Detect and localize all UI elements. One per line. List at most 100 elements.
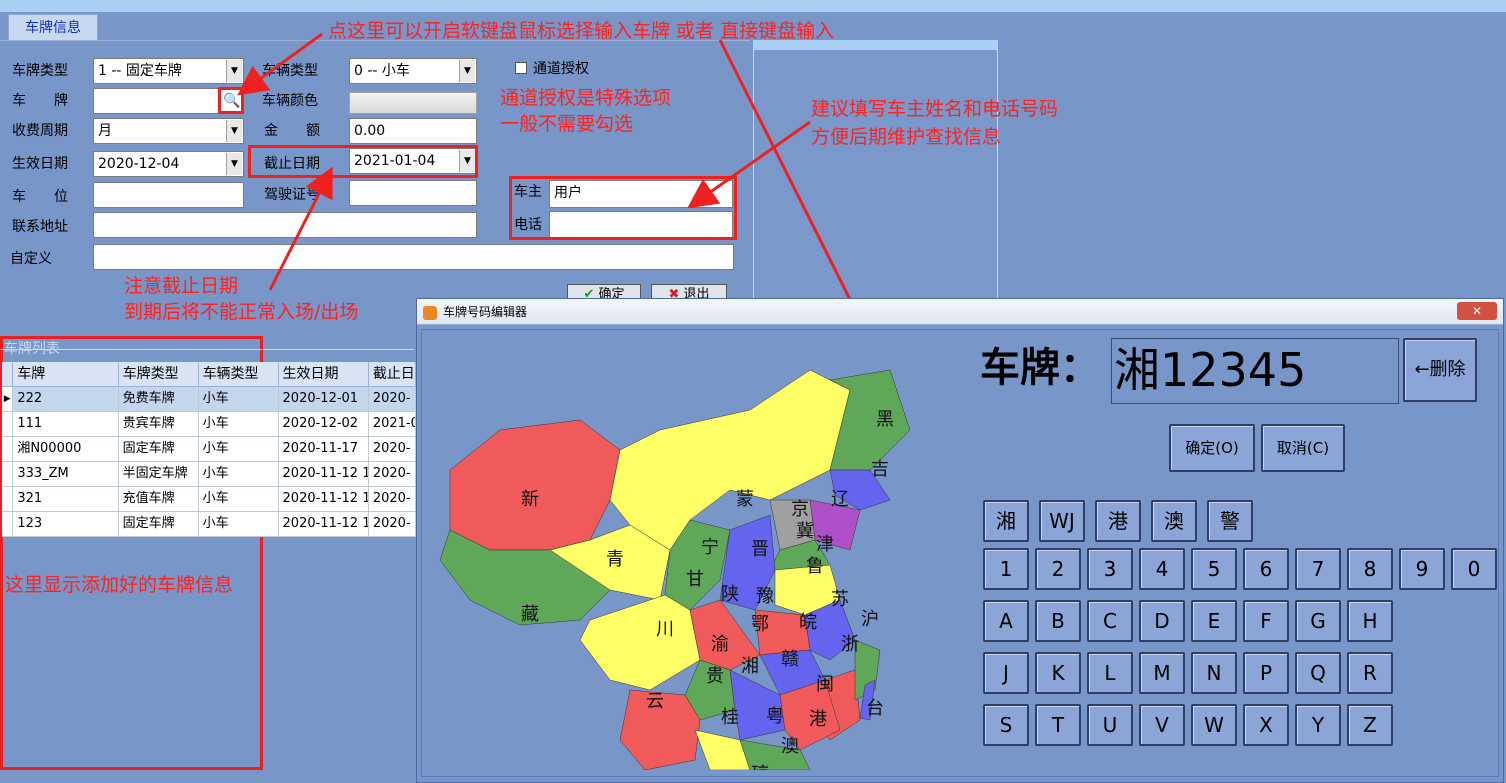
china-map[interactable]: 黑吉辽 新 蒙 京冀津 宁 晋鲁 青甘陕豫 苏藏 鄂 皖 沪 川渝 浙贵湘 赣闽云桂 粤 台港澳琼 [430, 350, 920, 770]
key-1[interactable]: 1 [983, 548, 1029, 590]
province-label[interactable]: 澳 [781, 736, 799, 757]
province-label[interactable]: 湘 [741, 656, 759, 677]
table-row[interactable]: 333_ZM 半固定车牌 小车 2020-11-12 1 2020- [2, 462, 416, 487]
key-v[interactable]: V [1139, 704, 1185, 746]
province-label[interactable]: 青 [606, 549, 624, 570]
key-h[interactable]: H [1347, 600, 1393, 642]
chevron-down-icon[interactable]: ▼ [226, 60, 242, 82]
column-header[interactable]: 车牌类型 [118, 362, 199, 387]
province-label[interactable]: 冀 [796, 521, 814, 542]
license-no-input[interactable] [349, 180, 477, 206]
dialog-titlebar[interactable]: 车牌号码编辑器 ✕ [417, 299, 1503, 325]
province-label[interactable]: 蒙 [736, 489, 754, 510]
province-label[interactable]: 苏 [831, 589, 849, 610]
key-f[interactable]: F [1243, 600, 1289, 642]
province-label[interactable]: 川 [656, 619, 674, 640]
province-label[interactable]: 鲁 [806, 556, 824, 577]
key-j[interactable]: J [983, 652, 1029, 694]
province-label[interactable]: 吉 [871, 459, 889, 480]
key-8[interactable]: 8 [1347, 548, 1393, 590]
chevron-down-icon[interactable]: ▼ [226, 120, 242, 142]
key-3[interactable]: 3 [1087, 548, 1133, 590]
province-label[interactable]: 台 [866, 698, 884, 719]
table-row[interactable]: 321 充值车牌 小车 2020-11-12 1 2020- [2, 487, 416, 512]
key-x[interactable]: X [1243, 704, 1289, 746]
province-label[interactable]: 宁 [701, 537, 719, 558]
table-row[interactable]: 湘N00000 固定车牌 小车 2020-11-17 2020- [2, 437, 416, 462]
plate-type-select[interactable]: 1 -- 固定车牌 ▼ [93, 58, 244, 84]
column-header[interactable]: 生效日期 [278, 362, 369, 387]
key-c[interactable]: C [1087, 600, 1133, 642]
province-label[interactable]: 桂 [721, 707, 739, 728]
province-label[interactable]: 云 [646, 691, 664, 712]
delete-button[interactable]: ←删除 [1403, 338, 1477, 402]
province-label[interactable]: 浙 [841, 634, 859, 655]
key-湘[interactable]: 湘 [983, 500, 1029, 542]
province-label[interactable]: 豫 [756, 586, 774, 607]
key-e[interactable]: E [1191, 600, 1237, 642]
key-2[interactable]: 2 [1035, 548, 1081, 590]
table-row[interactable]: ▶ 222 免费车牌 小车 2020-12-01 2020- [2, 387, 416, 412]
province-label[interactable]: 鄂 [751, 614, 769, 635]
vehicle-type-select[interactable]: 0 -- 小车 ▼ [349, 58, 477, 84]
close-icon[interactable]: ✕ [1457, 302, 1497, 320]
parking-space-input[interactable] [93, 182, 244, 208]
address-input[interactable] [93, 212, 477, 238]
province-label[interactable]: 辽 [831, 489, 849, 510]
province-label[interactable]: 甘 [686, 569, 704, 590]
column-header[interactable]: 车牌 [13, 362, 119, 387]
key-6[interactable]: 6 [1243, 548, 1289, 590]
province-label[interactable]: 港 [809, 709, 827, 730]
key-a[interactable]: A [983, 600, 1029, 642]
province-label[interactable]: 贵 [706, 666, 724, 687]
key-s[interactable]: S [983, 704, 1029, 746]
chevron-down-icon[interactable]: ▼ [226, 153, 242, 175]
province-label[interactable]: 藏 [521, 604, 539, 625]
key-5[interactable]: 5 [1191, 548, 1237, 590]
key-澳[interactable]: 澳 [1151, 500, 1197, 542]
province-label[interactable]: 闽 [816, 674, 834, 695]
province-label[interactable]: 晋 [751, 539, 769, 560]
key-t[interactable]: T [1035, 704, 1081, 746]
plate-display-input[interactable]: 湘12345 [1111, 338, 1399, 404]
channel-auth-checkbox[interactable] [515, 62, 527, 74]
custom-input[interactable] [93, 244, 734, 270]
key-4[interactable]: 4 [1139, 548, 1185, 590]
confirm-button[interactable]: 确定(O) [1169, 424, 1255, 472]
province-label[interactable]: 粤 [766, 706, 784, 727]
key-7[interactable]: 7 [1295, 548, 1341, 590]
province-label[interactable]: 陕 [721, 584, 739, 605]
key-k[interactable]: K [1035, 652, 1081, 694]
key-r[interactable]: R [1347, 652, 1393, 694]
table-row[interactable]: 111 贵宾车牌 小车 2020-12-02 2021-0 [2, 412, 416, 437]
key-z[interactable]: Z [1347, 704, 1393, 746]
key-l[interactable]: L [1087, 652, 1133, 694]
province-label[interactable]: 京 [791, 499, 809, 520]
key-m[interactable]: M [1139, 652, 1185, 694]
billing-cycle-select[interactable]: 月 ▼ [93, 118, 244, 144]
province-label[interactable]: 沪 [861, 609, 879, 630]
key-g[interactable]: G [1295, 600, 1341, 642]
province-label[interactable]: 渝 [711, 634, 729, 655]
amount-input[interactable]: 0.00 [349, 118, 477, 144]
province-label[interactable]: 新 [521, 489, 539, 510]
province-label[interactable]: 黑 [876, 409, 894, 430]
province-label[interactable]: 皖 [799, 612, 817, 633]
key-w[interactable]: W [1191, 704, 1237, 746]
column-header[interactable]: 截止日 [368, 362, 416, 387]
column-header[interactable]: 车辆类型 [198, 362, 279, 387]
cancel-button[interactable]: 取消(C) [1261, 424, 1345, 472]
province-label[interactable]: 津 [816, 534, 834, 555]
table-row[interactable]: 123 固定车牌 小车 2020-11-12 1 2020- [2, 512, 416, 537]
province-label[interactable]: 赣 [781, 649, 799, 670]
province-label[interactable]: 琼 [751, 764, 769, 770]
tab-plate-info[interactable]: 车牌信息 [8, 14, 98, 40]
vehicle-color-field[interactable] [349, 92, 477, 114]
key-q[interactable]: Q [1295, 652, 1341, 694]
effective-date-picker[interactable]: 2020-12-04 ▼ [93, 151, 244, 177]
chevron-down-icon[interactable]: ▼ [459, 60, 475, 82]
key-u[interactable]: U [1087, 704, 1133, 746]
key-b[interactable]: B [1035, 600, 1081, 642]
key-p[interactable]: P [1243, 652, 1289, 694]
key-9[interactable]: 9 [1399, 548, 1445, 590]
